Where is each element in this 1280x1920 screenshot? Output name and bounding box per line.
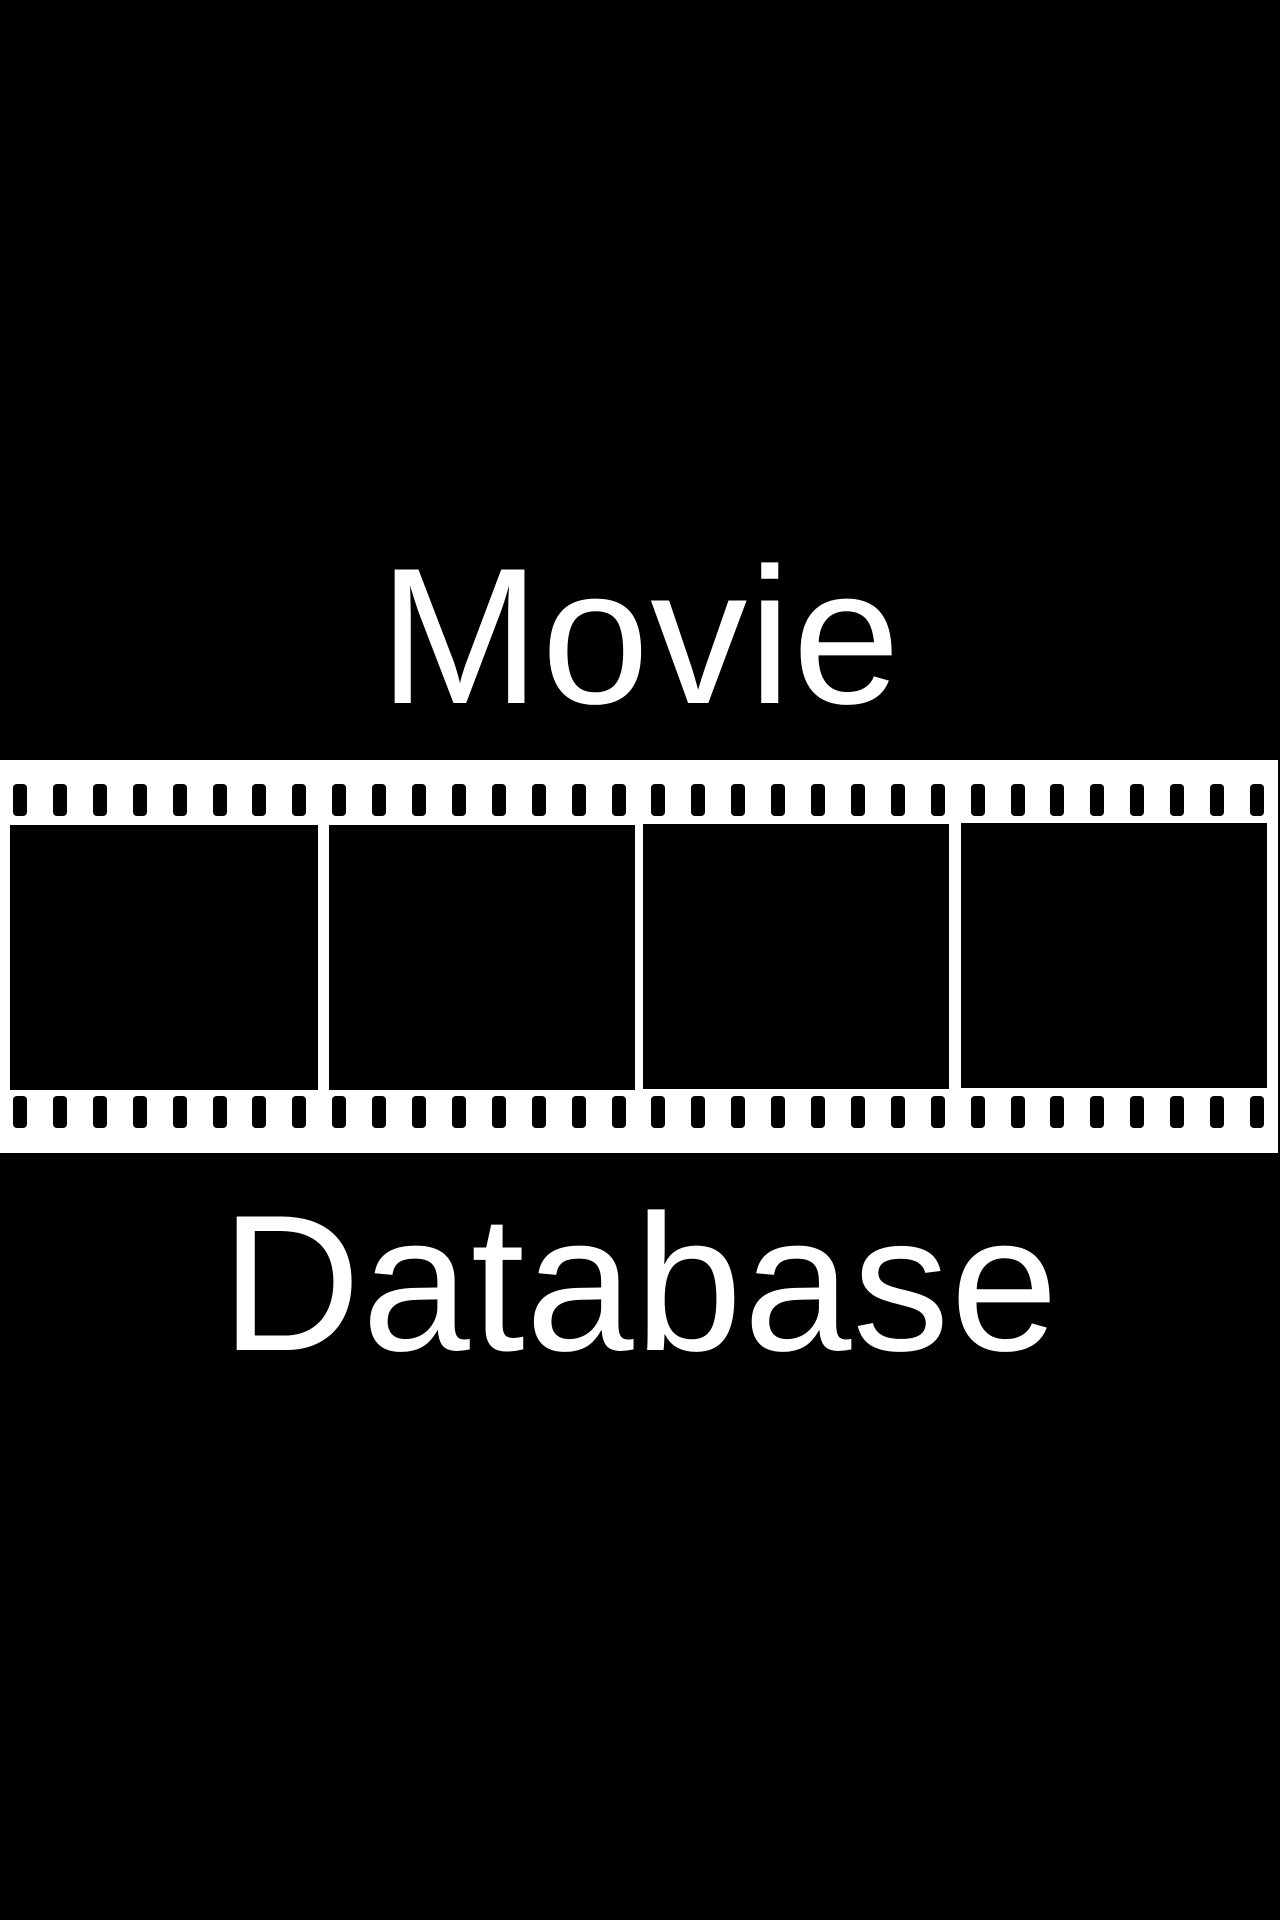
sprocket-hole xyxy=(52,784,67,816)
sprocket-hole xyxy=(691,784,706,816)
sprocket-hole xyxy=(52,1096,67,1128)
sprocket-hole xyxy=(372,784,387,816)
sprocket-hole xyxy=(292,1096,307,1128)
sprocket-hole xyxy=(1170,784,1185,816)
sprocket-hole xyxy=(890,1096,905,1128)
sprocket-hole xyxy=(731,1096,746,1128)
sprocket-hole xyxy=(1130,1096,1145,1128)
sprocket-hole xyxy=(850,1096,865,1128)
sprocket-hole xyxy=(132,1096,147,1128)
sprocket-hole xyxy=(92,1096,107,1128)
sprocket-hole xyxy=(412,784,426,816)
filmstrip-icon xyxy=(0,760,1278,1153)
sprocket-hole xyxy=(252,1096,267,1128)
film-frame xyxy=(961,823,1267,1088)
sprocket-hole xyxy=(1249,1096,1264,1128)
sprocket-hole xyxy=(1010,784,1025,816)
sprocket-hole xyxy=(771,1096,786,1128)
sprocket-hole xyxy=(571,784,586,816)
sprocket-hole xyxy=(1249,784,1264,816)
sprocket-hole xyxy=(332,784,347,816)
sprocket-hole xyxy=(172,1096,187,1128)
sprocket-hole xyxy=(13,1096,27,1128)
title-word-movie: Movie xyxy=(378,528,902,745)
sprocket-hole xyxy=(970,1096,985,1128)
sprocket-hole xyxy=(451,1096,466,1128)
sprocket-hole xyxy=(811,784,825,816)
film-frame xyxy=(329,825,635,1090)
sprocket-hole xyxy=(611,1096,626,1128)
sprocket-hole xyxy=(890,784,905,816)
sprocket-hole xyxy=(651,784,666,816)
sprocket-hole xyxy=(172,784,187,816)
sprocket-hole xyxy=(491,1096,506,1128)
sprocket-hole xyxy=(771,784,786,816)
sprocket-hole xyxy=(1210,784,1224,816)
sprocket-hole xyxy=(212,1096,227,1128)
sprocket-hole xyxy=(531,1096,546,1128)
film-frame xyxy=(643,824,949,1089)
sprocket-hole xyxy=(930,1096,945,1128)
sprocket-hole xyxy=(132,784,147,816)
sprocket-hole xyxy=(970,784,985,816)
sprocket-hole xyxy=(1010,1096,1025,1128)
sprocket-hole xyxy=(1050,784,1065,816)
sprocket-hole xyxy=(212,784,227,816)
sprocket-hole xyxy=(1090,1096,1105,1128)
sprocket-hole xyxy=(1130,784,1145,816)
sprocket-hole xyxy=(651,1096,666,1128)
film-frame xyxy=(10,825,318,1090)
sprocket-hole xyxy=(691,1096,706,1128)
sprocket-hole xyxy=(292,784,307,816)
sprocket-hole xyxy=(252,784,267,816)
sprocket-hole xyxy=(930,784,945,816)
sprocket-hole xyxy=(412,1096,426,1128)
sprocket-hole xyxy=(811,1096,825,1128)
sprocket-hole xyxy=(731,784,746,816)
sprocket-hole xyxy=(332,1096,347,1128)
sprocket-hole xyxy=(1090,784,1105,816)
sprocket-hole xyxy=(850,784,865,816)
sprocket-hole xyxy=(491,784,506,816)
sprocket-hole xyxy=(531,784,546,816)
sprocket-hole xyxy=(92,784,107,816)
sprocket-hole xyxy=(1210,1096,1224,1128)
title-word-database: Database xyxy=(220,1175,1060,1392)
sprocket-hole xyxy=(1050,1096,1065,1128)
sprocket-hole xyxy=(611,784,626,816)
sprocket-hole xyxy=(571,1096,586,1128)
sprocket-hole xyxy=(1170,1096,1185,1128)
sprocket-hole xyxy=(372,1096,387,1128)
sprocket-hole xyxy=(451,784,466,816)
sprocket-hole xyxy=(13,784,27,816)
